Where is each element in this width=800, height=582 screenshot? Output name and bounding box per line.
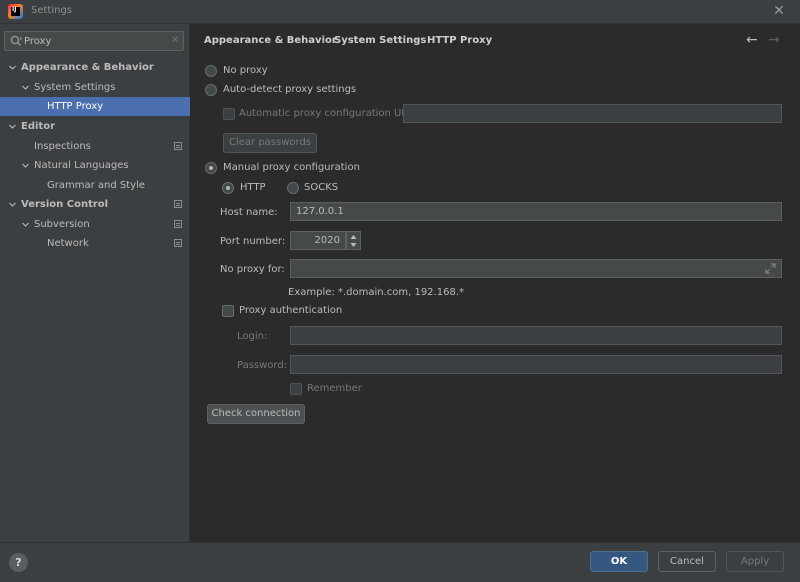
project-settings-icon (174, 239, 182, 247)
manual-proxy-label: Manual proxy configuration (223, 162, 360, 173)
close-window-button[interactable]: ✕ (770, 2, 788, 20)
remember-label: Remember (307, 383, 362, 394)
tree-item-natural-languages[interactable]: Natural Languages (0, 156, 190, 175)
check-connection-button[interactable]: Check connection (207, 404, 305, 424)
project-settings-icon (174, 200, 182, 208)
auto-config-url-checkbox[interactable] (223, 108, 235, 120)
chevron-down-icon[interactable] (22, 84, 29, 91)
cancel-button[interactable]: Cancel (658, 551, 716, 572)
settings-search-input[interactable] (24, 33, 164, 49)
tree-item-version-control[interactable]: Version Control (0, 195, 190, 214)
http-proxy-panel: Appearance & Behavior › System Settings … (191, 24, 800, 542)
chevron-down-icon[interactable] (9, 64, 16, 71)
stepper-down-icon[interactable] (350, 242, 357, 248)
no-proxy-label: No proxy (223, 65, 268, 76)
breadcrumb-item-http-proxy: HTTP Proxy (427, 35, 493, 46)
tree-item-network[interactable]: Network (0, 234, 190, 253)
port-stepper[interactable] (346, 231, 361, 250)
tree-item-editor[interactable]: Editor (0, 117, 190, 136)
clear-search-icon[interactable]: ✕ (169, 34, 181, 48)
chevron-down-icon[interactable] (22, 162, 29, 169)
socks-radio[interactable] (287, 182, 299, 194)
apply-button[interactable]: Apply (726, 551, 784, 572)
breadcrumb-item-appearance-behavior[interactable]: Appearance & Behavior (204, 35, 337, 46)
auto-config-url-field[interactable] (403, 104, 782, 123)
expand-icon[interactable] (765, 263, 776, 274)
tree-item-label: Grammar and Style (47, 180, 145, 191)
port-number-label: Port number: (220, 236, 286, 247)
forward-arrow-icon[interactable]: → (768, 32, 780, 48)
tree-item-inspections[interactable]: Inspections (0, 137, 190, 156)
project-settings-icon (174, 142, 182, 150)
host-name-label: Host name: (220, 207, 278, 218)
login-label: Login: (237, 331, 268, 342)
tree-item-label: Inspections (34, 141, 91, 152)
remember-checkbox[interactable] (290, 383, 302, 395)
auto-detect-radio[interactable] (205, 84, 217, 96)
tree-item-appearance-behavior[interactable]: Appearance & Behavior (0, 58, 190, 77)
http-label: HTTP (240, 182, 266, 193)
auto-detect-label: Auto-detect proxy settings (223, 84, 357, 95)
project-settings-icon (174, 220, 182, 228)
intellij-app-icon: IJ (8, 4, 23, 19)
back-arrow-icon[interactable]: ← (746, 32, 758, 48)
port-number-field[interactable] (290, 231, 346, 250)
tree-item-label: Version Control (21, 199, 109, 210)
breadcrumb-item-system-settings[interactable]: System Settings (334, 35, 426, 46)
manual-proxy-radio[interactable] (205, 162, 217, 174)
window-titlebar: IJ Settings ✕ (0, 0, 800, 24)
tree-item-label: Subversion (34, 219, 90, 230)
host-name-field[interactable] (290, 202, 782, 221)
tree-item-label: System Settings (34, 82, 116, 93)
search-icon (10, 35, 23, 46)
no-proxy-for-field[interactable] (290, 259, 782, 278)
ok-button[interactable]: OK (590, 551, 648, 572)
tree-item-grammar-style[interactable]: Grammar and Style (0, 176, 190, 195)
tree-item-system-settings[interactable]: System Settings (0, 78, 190, 97)
tree-item-label: Network (47, 238, 89, 249)
proxy-authentication-label: Proxy authentication (239, 305, 343, 316)
password-label: Password: (237, 360, 288, 371)
stepper-up-icon[interactable] (350, 234, 357, 240)
settings-search-box[interactable]: ✕ (4, 31, 184, 51)
breadcrumb-separator: › (415, 34, 420, 47)
chevron-down-icon[interactable] (9, 201, 16, 208)
no-proxy-radio[interactable] (205, 65, 217, 77)
socks-label: SOCKS (304, 182, 339, 193)
no-proxy-example: Example: *.domain.com, 192.168.* (288, 287, 464, 298)
auto-config-url-label: Automatic proxy configuration URL: (239, 108, 418, 119)
tree-item-http-proxy[interactable]: HTTP Proxy (0, 97, 190, 116)
window-title: Settings (31, 5, 73, 16)
password-field[interactable] (290, 355, 782, 374)
http-radio[interactable] (222, 182, 234, 194)
dialog-footer: ? OK Cancel Apply (0, 542, 800, 582)
chevron-down-icon[interactable] (9, 123, 16, 130)
clear-passwords-button[interactable]: Clear passwords (223, 133, 317, 153)
proxy-authentication-checkbox[interactable] (222, 305, 234, 317)
tree-item-label: Appearance & Behavior (21, 62, 154, 73)
no-proxy-for-label: No proxy for: (220, 264, 285, 275)
tree-item-label: Natural Languages (34, 160, 129, 171)
tree-item-label: Editor (21, 121, 55, 132)
tree-item-subversion[interactable]: Subversion (0, 215, 190, 234)
breadcrumb-separator: › (321, 34, 326, 47)
login-field[interactable] (290, 326, 782, 345)
tree-item-label: HTTP Proxy (47, 101, 104, 112)
settings-sidebar: ✕ Appearance & Behavior System Settings … (0, 24, 190, 542)
chevron-down-icon[interactable] (22, 221, 29, 228)
help-icon[interactable]: ? (9, 553, 28, 572)
